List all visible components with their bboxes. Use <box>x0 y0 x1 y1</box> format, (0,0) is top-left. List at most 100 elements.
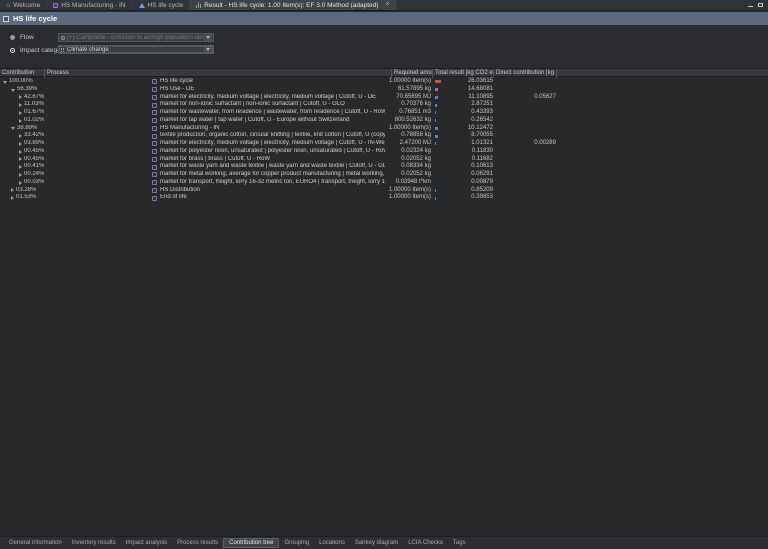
column-header-direct-contribution[interactable]: Direct contribution [kg CO2 eq] <box>494 69 557 78</box>
direct-contribution-cell <box>500 117 556 125</box>
process-icon <box>152 165 157 170</box>
collapse-arrow-icon[interactable] <box>11 89 15 92</box>
total-result-cell: 0.06291 <box>440 171 493 179</box>
required-amount-cell: 0.08334 kg <box>385 163 431 171</box>
process-icon <box>152 118 157 123</box>
expand-arrow-icon[interactable] <box>19 111 22 115</box>
tree-row[interactable]: 01.67%market for wastewater, from reside… <box>0 109 768 117</box>
collapse-arrow-icon[interactable] <box>11 127 15 130</box>
bottom-tab-inventory-results[interactable]: Inventory results <box>67 539 121 547</box>
column-header-required-amount[interactable]: Required amount <box>392 69 433 78</box>
expand-arrow-icon[interactable] <box>19 181 22 185</box>
contribution-bar <box>435 127 438 130</box>
tab-result-hs-life-cycle-1-00-item[interactable]: Result - HS life cycle: 1.00 Item(s): EF… <box>190 0 396 10</box>
required-amount-cell: 800.52632 kg <box>385 117 431 125</box>
expand-arrow-icon[interactable] <box>19 119 22 123</box>
expand-arrow-icon[interactable] <box>19 142 22 146</box>
bottom-tab-impact-analysis[interactable]: Impact analysis <box>121 539 172 547</box>
tree-row[interactable]: 03.89%market for electricity, medium vol… <box>0 140 768 148</box>
column-header-process[interactable]: Process <box>45 69 392 78</box>
tree-row[interactable]: 03.28%HS Distribution1.00000 Item(s)0.85… <box>0 187 768 195</box>
flow-radio-row: Flow <box>10 34 34 41</box>
result-icon <box>196 2 201 8</box>
minimize-icon[interactable] <box>748 6 753 7</box>
flow-icon <box>61 36 65 40</box>
bottom-tab-grouping[interactable]: Grouping <box>279 539 314 547</box>
chevron-down-icon[interactable] <box>204 46 212 53</box>
contribution-cell: 03.28% <box>0 187 46 195</box>
impact-category-icon <box>61 48 64 52</box>
direct-contribution-cell <box>500 163 556 171</box>
tab-label: Welcome <box>13 2 40 9</box>
tree-row[interactable]: 42.67%market for electricity, medium vol… <box>0 94 768 102</box>
expand-arrow-icon[interactable] <box>19 95 22 99</box>
tree-row[interactable]: 00.41%market for waste yarn and waste te… <box>0 163 768 171</box>
process-icon <box>152 126 157 131</box>
process-name: market for polyester resin, unsaturated … <box>160 148 385 156</box>
expand-arrow-icon[interactable] <box>11 196 14 200</box>
close-icon[interactable]: × <box>385 2 389 8</box>
contribution-bar <box>435 104 437 107</box>
expand-arrow-icon[interactable] <box>19 157 22 161</box>
expand-arrow-icon[interactable] <box>19 103 22 107</box>
total-result-cell: 0.26542 <box>440 117 493 125</box>
contribution-cell: 100.00% <box>0 78 46 86</box>
required-amount-cell: 0.02324 kg <box>385 148 431 156</box>
total-result-cell: 0.10613 <box>440 163 493 171</box>
app-window: ⌂WelcomeHS Manufacturing - INHS life cyc… <box>0 0 768 549</box>
bottom-tab-tags[interactable]: Tags <box>448 539 471 547</box>
contribution-percent: 00.45% <box>24 156 44 164</box>
collapse-arrow-icon[interactable] <box>3 81 7 84</box>
process-icon <box>152 157 157 162</box>
process-icon <box>152 110 157 115</box>
flow-radio[interactable] <box>10 35 15 40</box>
bottom-tab-locations[interactable]: Locations <box>314 539 350 547</box>
impact-category-radio[interactable] <box>10 48 15 53</box>
tree-row[interactable]: 01.02%market for tap water | tap water |… <box>0 117 768 125</box>
impact-category-combo[interactable]: Climate change <box>58 45 214 54</box>
expand-arrow-icon[interactable] <box>19 165 22 169</box>
tree-row[interactable]: 56.39%HS Use - DE61.57895 kg14.68081 <box>0 86 768 94</box>
process-cell: market for wastewater, from residence | … <box>45 109 385 117</box>
expand-arrow-icon[interactable] <box>11 188 14 192</box>
bottom-tab-contribution-tree[interactable]: Contribution tree <box>223 538 279 548</box>
chevron-down-icon <box>204 34 212 41</box>
process-name: market for tap water | tap water | Cutof… <box>160 117 349 125</box>
process-name: HS Use - DE <box>160 86 194 94</box>
bottom-tab-process-results[interactable]: Process results <box>172 539 223 547</box>
tab-welcome[interactable]: ⌂Welcome <box>0 0 47 10</box>
total-result-cell: 0.43393 <box>440 109 493 117</box>
maximize-icon[interactable] <box>758 3 763 7</box>
expand-arrow-icon[interactable] <box>19 173 22 177</box>
bottom-tab-lcia-checks[interactable]: LCIA Checks <box>403 539 448 547</box>
tree-row[interactable]: 00.03%market for transport, freight, lor… <box>0 179 768 187</box>
contribution-cell: 42.67% <box>0 94 46 102</box>
expand-arrow-icon[interactable] <box>19 134 22 138</box>
process-name: market for transport, freight, lorry 16-… <box>160 179 385 187</box>
tree-row[interactable]: 38.89%HS Manufacturing - IN1.00000 Item(… <box>0 125 768 133</box>
tree-row[interactable]: 00.45%market for brass | brass | Cutoff,… <box>0 156 768 164</box>
bottom-tab-general-information[interactable]: General information <box>4 539 67 547</box>
required-amount-cell: 1.00000 Item(s) <box>385 125 431 133</box>
column-header-total-result[interactable]: Total result [kg CO2 eq] <box>433 69 494 78</box>
column-header-contribution[interactable]: Contribution <box>0 69 45 78</box>
tree-row[interactable]: 33.42% textile production, organic cotton… <box>0 132 768 140</box>
expand-arrow-icon[interactable] <box>19 150 22 154</box>
contribution-percent: 00.45% <box>24 148 44 156</box>
tree-row[interactable]: 00.45% market for polyester resin, unsatu… <box>0 148 768 156</box>
process-icon <box>152 149 157 154</box>
tree-row[interactable]: 01.53%End of life1.00000 Item(s)0.39853 <box>0 194 768 202</box>
direct-contribution-cell <box>500 171 556 179</box>
process-cell: HS Distribution <box>45 187 385 195</box>
tree-row[interactable]: 100.00%HS life cycle1.00000 Item(s)26.03… <box>0 78 768 86</box>
process-name: textile production, organic cotton, circ… <box>160 132 385 140</box>
tab-hs-life-cycle[interactable]: HS life cycle <box>133 0 191 10</box>
process-cell: market for transport, freight, lorry 16-… <box>45 179 385 187</box>
contribution-cell: 33.42% <box>0 132 46 140</box>
tree-row[interactable]: 00.24%market for metal working, average … <box>0 171 768 179</box>
tree-row[interactable]: 11.03%market for non-ionic surfactant | … <box>0 101 768 109</box>
bottom-tab-sankey-diagram[interactable]: Sankey diagram <box>350 539 403 547</box>
contribution-percent: 100.00% <box>9 78 33 86</box>
process-cell: HS Manufacturing - IN <box>45 125 385 133</box>
tab-hs-manufacturing-in[interactable]: HS Manufacturing - IN <box>47 0 132 10</box>
